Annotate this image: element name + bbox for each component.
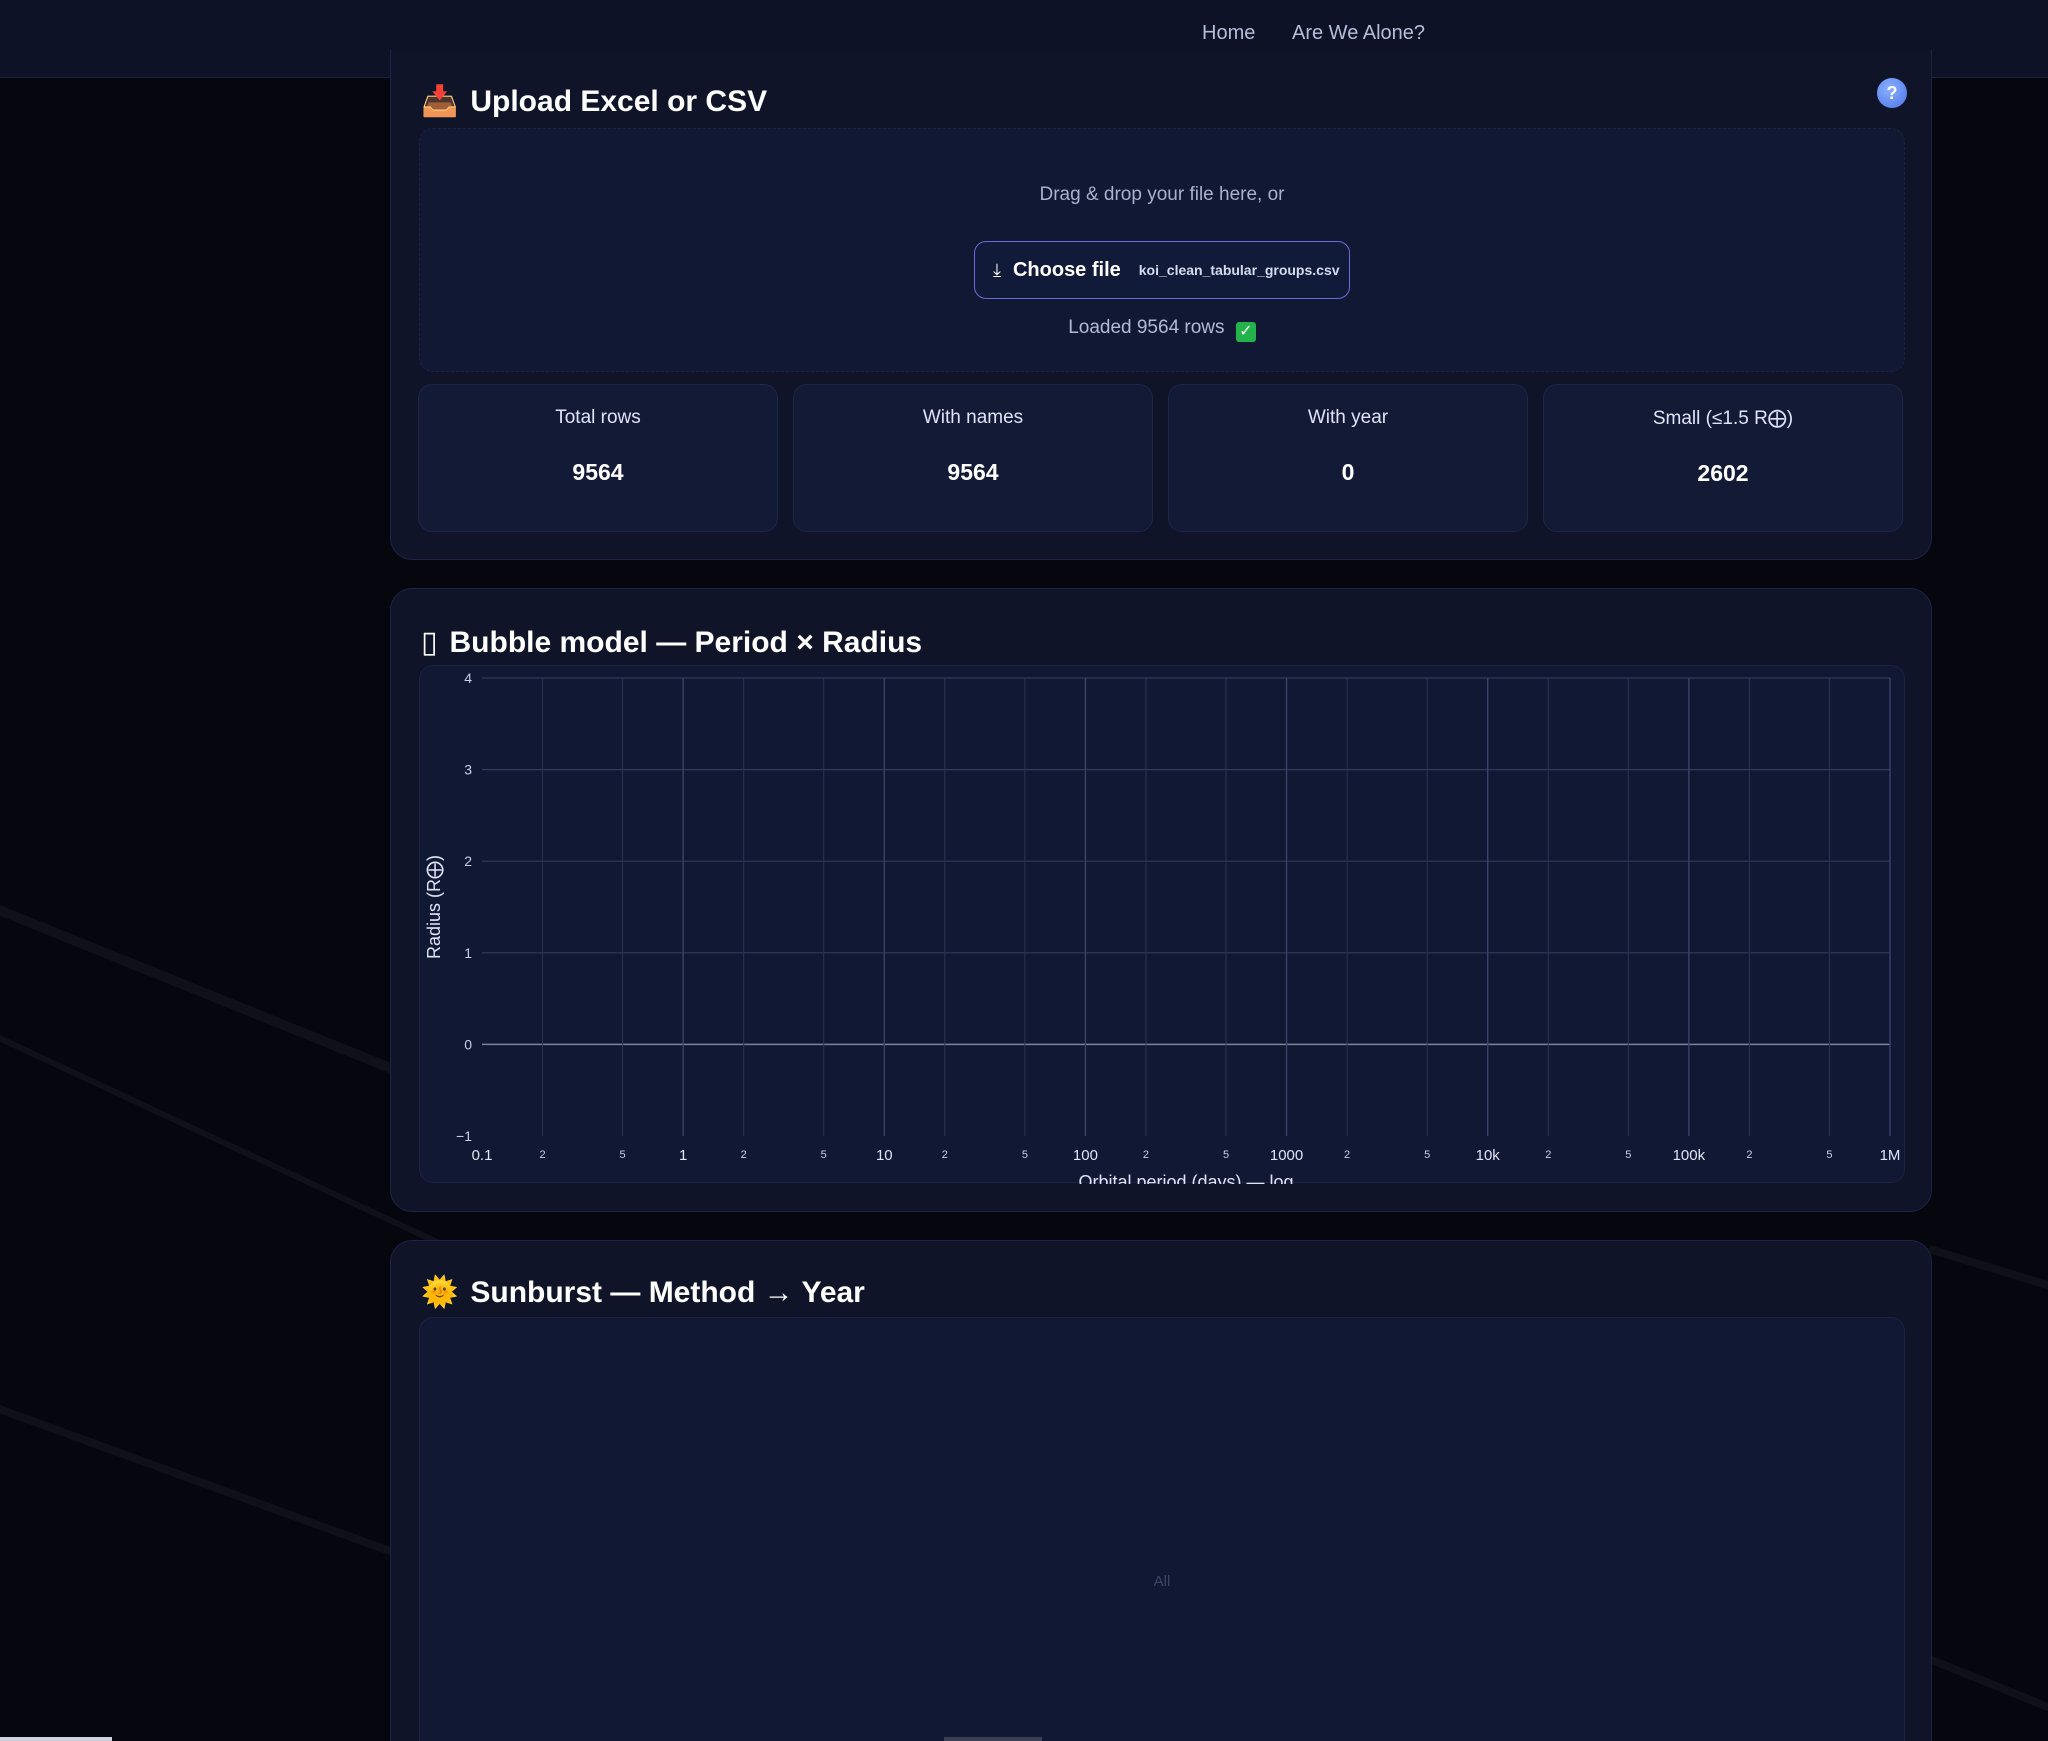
x-tick-label: 1000 <box>1270 1147 1303 1164</box>
sunburst-center-label[interactable]: All <box>420 1573 1904 1590</box>
background-streak <box>1927 1245 2048 1294</box>
bubble-chart-title-text: Bubble model — Period × Radius <box>449 625 923 659</box>
inbox-tray-icon: 📥 <box>421 85 459 118</box>
x-minor-tick-label: 5 <box>1022 1149 1028 1161</box>
stat-card-with-names: With names 9564 <box>793 384 1153 532</box>
file-drop-zone[interactable]: Drag & drop your file here, or ⤓ Choose … <box>419 128 1905 372</box>
bubble-chart-area[interactable]: −1 0 1 2 3 4 0.1 2 5 1 2 5 10 2 5 100 2 5 1000 2 5 10k 2 5 100k 2… <box>419 665 1906 1184</box>
x-tick-label: 1M <box>1880 1147 1901 1164</box>
choose-file-label: Choose file <box>1012 258 1121 281</box>
y-tick-label: 4 <box>464 670 472 686</box>
x-minor-tick-label: 5 <box>821 1149 827 1161</box>
sun-icon: 🌞 <box>421 1276 459 1309</box>
y-tick-label: 1 <box>464 945 472 961</box>
background-streak <box>0 1405 433 1570</box>
choose-file-button[interactable]: ⤓ Choose file koi_clean_tabular_groups.c… <box>974 241 1350 299</box>
sunburst-title: 🌞 Sunburst — Method → Year <box>421 1275 865 1310</box>
stat-label: With year <box>1307 407 1389 428</box>
stat-value: 9564 <box>572 459 624 485</box>
y-tick-label: −1 <box>456 1128 472 1144</box>
x-minor-tick-label: 5 <box>620 1149 626 1161</box>
stat-label: With names <box>922 407 1024 428</box>
sunburst-chart-area[interactable]: All <box>419 1317 1905 1741</box>
stat-card-small: Small (≤1.5 R⨁) 2602 <box>1543 384 1903 532</box>
stat-label: Total rows <box>555 407 641 428</box>
stat-value: 2602 <box>1697 460 1749 486</box>
horizontal-scrollbar-marker <box>944 1737 1042 1741</box>
help-icon[interactable]: ? <box>1877 78 1907 108</box>
x-minor-tick-label: 5 <box>1625 1149 1631 1161</box>
loaded-status: Loaded 9564 rows ✓ <box>420 317 1904 342</box>
upload-title: 📥 Upload Excel or CSV <box>421 84 767 119</box>
selected-file-name: koi_clean_tabular_groups.csv <box>1138 262 1340 278</box>
bubble-chart-title: ▯ Bubble model — Period × Radius <box>421 625 922 660</box>
checkmark-icon: ✓ <box>1235 322 1256 342</box>
y-tick-label: 0 <box>464 1036 472 1052</box>
sunburst-panel: 🌞 Sunburst — Method → Year All <box>390 1240 1932 1741</box>
x-tick-label: 10 <box>876 1147 893 1164</box>
x-tick-label: 0.1 <box>472 1147 493 1164</box>
x-tick-label: 100k <box>1673 1147 1706 1164</box>
stat-value: 9564 <box>947 459 999 485</box>
y-axis-title: Radius (R⨁) <box>424 855 444 959</box>
background-streak <box>1927 1655 2048 1715</box>
upload-title-text: Upload Excel or CSV <box>470 84 768 118</box>
x-minor-tick-label: 5 <box>1223 1149 1229 1161</box>
y-tick-label: 3 <box>464 762 472 778</box>
x-tick-label: 10k <box>1476 1147 1501 1164</box>
stat-label: Small (≤1.5 R⨁) <box>1652 408 1794 429</box>
sunburst-title-text: Sunburst — Method → Year <box>470 1275 865 1309</box>
x-minor-tick-label: 2 <box>539 1149 545 1161</box>
x-minor-tick-label: 2 <box>1746 1149 1752 1161</box>
horizontal-scrollbar-thumb[interactable] <box>0 1737 112 1741</box>
x-axis-title: Orbital period (days) — log <box>1078 1172 1293 1184</box>
x-minor-tick-label: 5 <box>1424 1149 1430 1161</box>
x-minor-tick-label: 2 <box>942 1149 948 1161</box>
x-minor-tick-label: 2 <box>1545 1149 1551 1161</box>
y-tick-label: 2 <box>464 853 472 869</box>
x-minor-tick-label: 5 <box>1826 1149 1832 1161</box>
x-minor-tick-label: 2 <box>1344 1149 1350 1161</box>
x-tick-label: 100 <box>1073 1147 1098 1164</box>
x-tick-label: 1 <box>679 1147 687 1164</box>
stat-value: 0 <box>1341 459 1355 485</box>
placeholder-box-icon: ▯ <box>421 626 438 659</box>
drop-zone-text: Drag & drop your file here, or <box>1039 184 1285 205</box>
loaded-status-text: Loaded 9564 rows <box>1068 317 1225 338</box>
nav-are-we-alone-link[interactable]: Are We Alone? <box>1292 22 1425 45</box>
download-arrow-icon: ⤓ <box>993 259 1001 280</box>
bubble-chart-panel: ▯ Bubble model — Period × Radius −1 0 1 2 3 4… <box>390 588 1932 1212</box>
stat-card-total-rows: Total rows 9564 <box>418 384 778 532</box>
x-minor-tick-label: 2 <box>1143 1149 1149 1161</box>
stat-card-with-year: With year 0 <box>1168 384 1528 532</box>
bubble-chart-svg[interactable]: −1 0 1 2 3 4 0.1 2 5 1 2 5 10 2 5 100 2 5 1000 2 5 10k 2 5 100k 2… <box>420 666 1906 1184</box>
nav-home-link[interactable]: Home <box>1202 22 1255 45</box>
x-minor-tick-label: 2 <box>741 1149 747 1161</box>
